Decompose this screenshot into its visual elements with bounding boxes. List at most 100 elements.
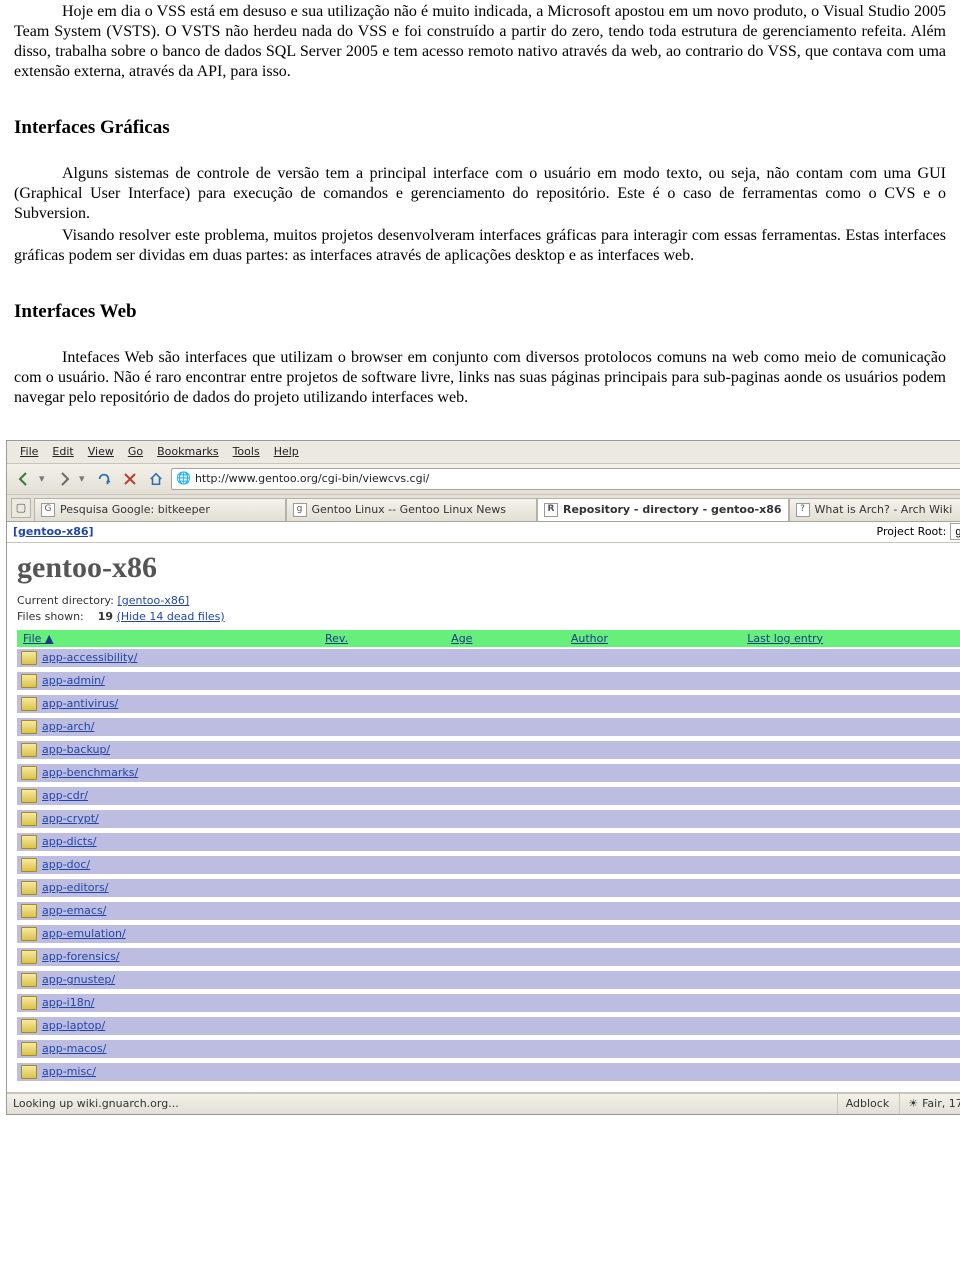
tab-strip: ▢ GPesquisa Google: bitkeeper gGentoo Li… [7, 495, 960, 522]
dir-link[interactable]: app-i18n/ [42, 996, 94, 1010]
dir-link[interactable]: app-gnustep/ [42, 973, 115, 987]
dir-link[interactable]: app-cdr/ [42, 789, 88, 803]
menu-file-label: File [20, 445, 38, 458]
table-row[interactable]: app-cdr/ [17, 787, 960, 805]
col-author[interactable]: Author [565, 630, 741, 648]
dir-link[interactable]: app-arch/ [42, 720, 94, 734]
tab-label: What is Arch? - Arch Wiki [815, 503, 953, 517]
table-row[interactable]: app-dicts/ [17, 833, 960, 851]
folder-icon [21, 697, 37, 711]
directory-listing-table: File ▲ Rev. Age Author Last log entry [17, 630, 960, 648]
back-button[interactable] [13, 468, 35, 490]
menu-file[interactable]: File [13, 443, 45, 461]
breadcrumb-root[interactable]: [gentoo-x86] [13, 525, 94, 539]
dir-link[interactable]: app-laptop/ [42, 1019, 105, 1033]
table-row[interactable]: app-gnustep/ [17, 971, 960, 989]
menu-tools[interactable]: Tools [226, 443, 267, 461]
breadcrumb-bar: [gentoo-x86] Project Root: gentoo-x86 Go [7, 522, 960, 543]
dir-link[interactable]: app-crypt/ [42, 812, 99, 826]
section-heading-interfaces-graficas: Interfaces Gráficas [14, 116, 946, 140]
hide-dead-files-link[interactable]: (Hide 14 dead files) [117, 610, 225, 623]
dir-link[interactable]: app-emacs/ [42, 904, 106, 918]
menu-view-label: View [88, 445, 114, 458]
favicon-icon: ? [796, 503, 810, 517]
dir-link[interactable]: app-misc/ [42, 1065, 96, 1079]
dir-link[interactable]: app-benchmarks/ [42, 766, 138, 780]
dir-link[interactable]: app-antivirus/ [42, 697, 118, 711]
forward-button[interactable] [53, 468, 75, 490]
stop-button[interactable] [119, 468, 141, 490]
table-row[interactable]: app-macos/ [17, 1040, 960, 1058]
table-row[interactable]: app-laptop/ [17, 1017, 960, 1035]
col-last-log[interactable]: Last log entry [741, 630, 960, 648]
table-row[interactable]: app-crypt/ [17, 810, 960, 828]
section-heading-interfaces-web: Interfaces Web [14, 300, 946, 324]
dir-link[interactable]: app-doc/ [42, 858, 90, 872]
table-row[interactable]: app-benchmarks/ [17, 764, 960, 782]
col-rev[interactable]: Rev. [319, 630, 445, 648]
adblock-indicator[interactable]: Adblock [837, 1094, 890, 1114]
menu-bar: File Edit View Go Bookmarks Tools Help [7, 441, 960, 464]
tab[interactable]: gGentoo Linux -- Gentoo Linux News [286, 498, 538, 521]
table-row[interactable]: app-i18n/ [17, 994, 960, 1012]
directory-rows: app-accessibility/app-admin/app-antiviru… [17, 649, 960, 1084]
forward-history-dropdown[interactable]: ▾ [79, 472, 89, 486]
paragraph: Visando resolver este problema, muitos p… [14, 226, 946, 266]
project-root-select[interactable]: gentoo-x86 [950, 523, 960, 540]
dir-link[interactable]: app-admin/ [42, 674, 105, 688]
menu-help-label: Help [274, 445, 299, 458]
dir-link[interactable]: app-macos/ [42, 1042, 106, 1056]
folder-icon [21, 651, 37, 665]
back-history-dropdown[interactable]: ▾ [39, 472, 49, 486]
repo-title: gentoo-x86 [17, 549, 960, 587]
tab-label: Repository - directory - gentoo-x86 [563, 503, 782, 517]
table-row[interactable]: app-accessibility/ [17, 649, 960, 667]
folder-icon [21, 766, 37, 780]
dir-link[interactable]: app-emulation/ [42, 927, 126, 941]
nav-toolbar: ▾ ▾ 🌐 http://www.gentoo.org/cgi-bin/view… [7, 464, 960, 495]
url-bar[interactable]: 🌐 http://www.gentoo.org/cgi-bin/viewcvs.… [171, 468, 960, 490]
dir-link[interactable]: app-backup/ [42, 743, 110, 757]
table-row[interactable]: app-editors/ [17, 879, 960, 897]
menu-bookmarks[interactable]: Bookmarks [150, 443, 225, 461]
project-root-label: Project Root: [877, 525, 947, 539]
menu-go[interactable]: Go [121, 443, 150, 461]
files-shown-count: 19 [98, 610, 113, 623]
menu-view[interactable]: View [81, 443, 121, 461]
table-row[interactable]: app-backup/ [17, 741, 960, 759]
folder-icon [21, 812, 37, 826]
table-row[interactable]: app-antivirus/ [17, 695, 960, 713]
current-dir-label: Current directory: [17, 594, 114, 607]
table-row[interactable]: app-doc/ [17, 856, 960, 874]
col-file[interactable]: File ▲ [17, 630, 319, 648]
table-row[interactable]: app-forensics/ [17, 948, 960, 966]
url-text: http://www.gentoo.org/cgi-bin/viewcvs.cg… [195, 472, 429, 486]
weather-indicator: ☀ Fair, 17°C [899, 1094, 960, 1114]
menu-help[interactable]: Help [267, 443, 306, 461]
tab[interactable]: ? What is Arch? - Arch Wiki [789, 498, 960, 521]
table-row[interactable]: app-admin/ [17, 672, 960, 690]
viewcvs-content: gentoo-x86 Current directory: [gentoo-x8… [7, 543, 960, 1094]
dir-link[interactable]: app-editors/ [42, 881, 108, 895]
folder-icon [21, 950, 37, 964]
home-button[interactable] [145, 468, 167, 490]
menu-edit-label: Edit [52, 445, 73, 458]
folder-icon [21, 1019, 37, 1033]
dir-link[interactable]: app-forensics/ [42, 950, 120, 964]
table-row[interactable]: app-emulation/ [17, 925, 960, 943]
table-row[interactable]: app-arch/ [17, 718, 960, 736]
table-row[interactable]: app-emacs/ [17, 902, 960, 920]
dir-link[interactable]: app-accessibility/ [42, 651, 137, 665]
menu-edit[interactable]: Edit [45, 443, 80, 461]
new-tab-button[interactable]: ▢ [11, 498, 31, 518]
menu-tools-label: Tools [233, 445, 260, 458]
reload-button[interactable] [93, 468, 115, 490]
dir-link[interactable]: app-dicts/ [42, 835, 97, 849]
table-row[interactable]: app-misc/ [17, 1063, 960, 1081]
current-dir-link[interactable]: [gentoo-x86] [117, 594, 189, 607]
col-age[interactable]: Age [445, 630, 565, 648]
document-body: Hoje em dia o VSS está em desuso e sua u… [0, 2, 960, 428]
tab[interactable]: GPesquisa Google: bitkeeper [34, 498, 286, 521]
folder-icon [21, 1065, 37, 1079]
tab-active[interactable]: RRepository - directory - gentoo-x86 [537, 498, 789, 521]
